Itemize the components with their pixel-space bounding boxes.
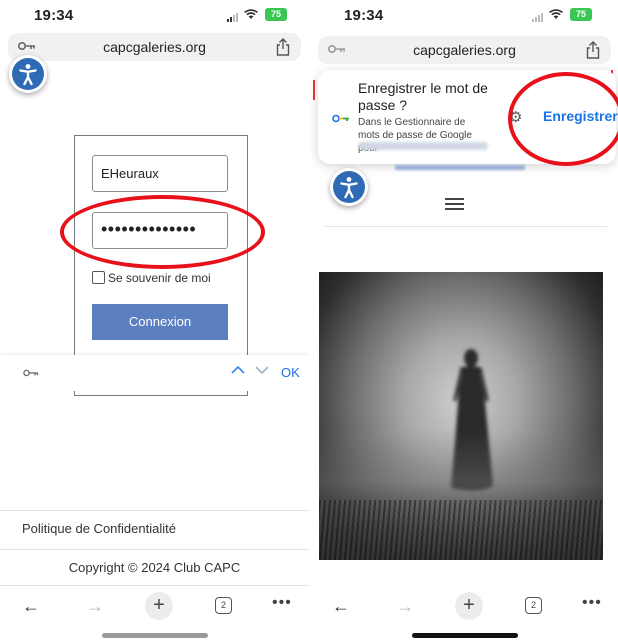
battery-indicator: 75 [265, 8, 287, 21]
new-tab-button[interactable]: + [145, 592, 173, 620]
tab-switcher-button[interactable]: 2 [215, 597, 232, 614]
annotation-ellipse [60, 195, 265, 269]
forward-button[interactable]: → [396, 596, 414, 617]
battery-indicator: 75 [570, 8, 592, 21]
more-menu-button[interactable]: ••• [582, 594, 602, 612]
copyright-text: Copyright © 2024 Club CAPC [68, 560, 241, 575]
url-bar[interactable]: capcgaleries.org [318, 36, 611, 64]
footer-divider [0, 510, 309, 511]
accessibility-icon [333, 171, 365, 203]
tab-switcher-button[interactable]: 2 [525, 597, 542, 614]
save-password-title: Enregistrer le mot de passe ? [358, 80, 488, 113]
page-red-mark [313, 80, 315, 100]
remember-me[interactable]: Se souvenir de moi [92, 271, 211, 285]
privacy-policy-link[interactable]: Politique de Confidentialité [22, 521, 176, 536]
chevron-down-icon [255, 366, 269, 375]
footer-divider [0, 549, 309, 550]
home-indicator [310, 633, 618, 641]
accessibility-icon [12, 58, 44, 90]
share-icon[interactable] [275, 37, 291, 57]
google-key-icon [332, 114, 349, 123]
status-time: 19:34 [34, 7, 74, 24]
annotation-ellipse [508, 72, 618, 166]
signal-icon [532, 12, 546, 22]
blurred-page-link [395, 165, 525, 170]
passwords-key-icon[interactable] [23, 369, 39, 377]
nav-divider [324, 226, 607, 227]
hamburger-menu-icon[interactable] [445, 198, 464, 213]
next-field-button[interactable] [255, 362, 269, 380]
url-text[interactable]: capcgaleries.org [8, 39, 301, 55]
url-text[interactable]: capcgaleries.org [318, 42, 611, 58]
home-indicator [0, 633, 309, 641]
back-button[interactable]: ← [22, 596, 40, 617]
login-button[interactable]: Connexion [92, 304, 228, 340]
status-bar: 19:34 75 [0, 0, 309, 30]
url-bar[interactable]: capcgaleries.org [8, 33, 301, 61]
share-icon[interactable] [585, 40, 601, 60]
gallery-photo[interactable] [319, 272, 603, 560]
photo-grass [319, 500, 603, 560]
more-menu-button[interactable]: ••• [272, 594, 292, 612]
remember-label: Se souvenir de moi [108, 271, 211, 285]
footer-divider [0, 585, 309, 586]
blurred-account-email [358, 142, 488, 150]
browser-toolbar: ← → + 2 ••• [310, 590, 618, 626]
accessibility-button[interactable] [9, 55, 47, 93]
password-autofill-bar: OK [0, 355, 309, 391]
right-screen: 19:34 75 capcgaleries.org Enregistrer le… [310, 0, 618, 641]
username-field[interactable]: EHeuraux [92, 155, 228, 192]
left-screen: 19:34 75 capcgaleries.org EHeuraux •••••… [0, 0, 309, 641]
accessibility-button[interactable] [330, 168, 368, 206]
previous-field-button[interactable] [231, 362, 245, 380]
forward-button[interactable]: → [86, 596, 104, 617]
chevron-up-icon [231, 365, 245, 374]
wifi-icon [549, 9, 563, 23]
wifi-icon [244, 9, 258, 23]
signal-icon [227, 12, 241, 22]
browser-toolbar: ← → + 2 ••• [0, 590, 309, 626]
back-button[interactable]: ← [332, 596, 350, 617]
remember-checkbox[interactable] [92, 271, 105, 284]
status-time: 19:34 [344, 7, 384, 24]
username-value: EHeuraux [101, 166, 159, 181]
autofill-ok-button[interactable]: OK [281, 365, 300, 380]
status-bar: 19:34 75 [310, 0, 618, 30]
new-tab-button[interactable]: + [455, 592, 483, 620]
